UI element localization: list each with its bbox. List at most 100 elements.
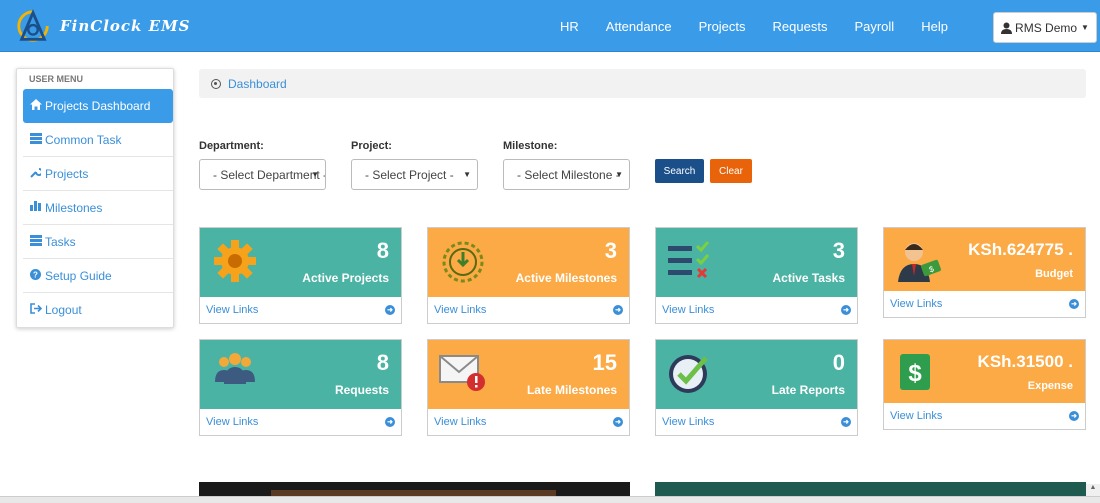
clock-check-icon <box>669 355 708 393</box>
late-milestones-card: 15 Late Milestones View Links ➜ <box>427 339 630 436</box>
businessman-money-icon: $ <box>898 243 941 282</box>
breadcrumb-dashboard-link[interactable]: Dashboard <box>228 77 287 91</box>
card-label: Late Reports <box>771 383 845 397</box>
card-header: $ KSh.624775 . Budget <box>884 228 1085 291</box>
project-select[interactable]: - Select Project - ▼ <box>351 159 478 190</box>
arrow-circle-right-icon[interactable]: ➜ <box>385 305 395 315</box>
sidebar-item-projects-dashboard[interactable]: Projects Dashboard <box>23 89 173 123</box>
sidebar-item-projects[interactable]: Projects <box>23 157 173 191</box>
arrow-circle-right-icon[interactable]: ➜ <box>841 305 851 315</box>
list-icon <box>29 132 42 147</box>
budget-card: $ KSh.624775 . Budget View Links ➜ <box>883 227 1086 318</box>
card-value: 3 <box>604 238 617 263</box>
card-label: Active Projects <box>302 271 389 285</box>
nav-projects[interactable]: Projects <box>699 19 746 34</box>
arrow-circle-right-icon[interactable]: ➜ <box>613 305 623 315</box>
sidebar-item-common-task[interactable]: Common Task <box>23 123 173 157</box>
card-label: Requests <box>334 383 389 397</box>
card-value: 15 <box>592 350 617 375</box>
user-icon <box>1001 22 1013 34</box>
breadcrumb: Dashboard <box>199 69 1086 98</box>
dollar-icon: $ <box>900 354 930 390</box>
sidebar-item-logout[interactable]: Logout <box>23 293 173 327</box>
home-icon <box>29 99 42 113</box>
sidebar-item-setup-guide[interactable]: ? Setup Guide <box>23 259 173 293</box>
card-label: Late Milestones <box>526 383 617 397</box>
view-links[interactable]: View Links <box>662 416 714 428</box>
milestone-label: Milestone: <box>503 140 558 152</box>
caret-down-icon: ▼ <box>1081 23 1089 32</box>
card-footer-link[interactable]: View Links ➜ <box>200 409 401 435</box>
search-button[interactable]: Search <box>655 159 704 183</box>
sidebar-item-milestones[interactable]: Milestones <box>23 191 173 225</box>
timer-icon <box>442 241 484 283</box>
nav-payroll[interactable]: Payroll <box>854 19 894 34</box>
card-header: 3 Active Milestones <box>428 228 629 297</box>
project-select-value: - Select Project - <box>365 167 454 182</box>
card-value: KSh.624775 . <box>968 240 1073 259</box>
card-header: 15 Late Milestones <box>428 340 629 409</box>
view-links[interactable]: View Links <box>434 304 486 316</box>
nav-attendance[interactable]: Attendance <box>606 19 672 34</box>
card-value: KSh.31500 . <box>977 352 1073 371</box>
view-links[interactable]: View Links <box>434 416 486 428</box>
card-label: Active Tasks <box>772 271 846 285</box>
department-select-value: - Select Department - <box>213 167 326 182</box>
view-links[interactable]: View Links <box>206 304 258 316</box>
expense-card: $ KSh.31500 . Expense View Links ➜ <box>883 339 1086 430</box>
user-menu-button[interactable]: RMS Demo ▼ <box>993 12 1097 43</box>
card-header: 0 Late Reports <box>656 340 857 409</box>
project-label: Project: <box>351 140 392 152</box>
main-nav: HR Attendance Projects Requests Payroll … <box>560 0 975 52</box>
milestone-select-value: - Select Milestone - <box>517 167 620 182</box>
wrench-icon <box>29 167 43 181</box>
card-footer-link[interactable]: View Links ➜ <box>428 409 629 435</box>
sidebar-item-tasks[interactable]: Tasks <box>23 225 173 259</box>
card-footer-link[interactable]: View Links ➜ <box>884 291 1085 317</box>
arrow-circle-right-icon[interactable]: ➜ <box>385 417 395 427</box>
milestone-select[interactable]: - Select Milestone - ▼ <box>503 159 630 190</box>
dashboard-icon <box>211 78 221 89</box>
chevron-down-icon: ▼ <box>615 170 623 179</box>
card-footer-link[interactable]: View Links ➜ <box>656 297 857 323</box>
app-name: FinClock EMS <box>60 17 191 35</box>
late-reports-card: 0 Late Reports View Links ➜ <box>655 339 858 436</box>
sidebar-title: USER MENU <box>29 74 84 84</box>
checklist-icon <box>668 241 710 279</box>
card-value: 3 <box>832 238 845 263</box>
clear-button[interactable]: Clear <box>710 159 752 183</box>
card-label: Budget <box>1035 268 1073 280</box>
arrow-circle-right-icon[interactable]: ➜ <box>841 417 851 427</box>
brand[interactable]: FinClock EMS <box>14 6 191 46</box>
horizontal-scrollbar[interactable] <box>0 496 1100 503</box>
card-footer-link[interactable]: View Links ➜ <box>656 409 857 435</box>
card-footer-link[interactable]: View Links ➜ <box>428 297 629 323</box>
card-footer-link[interactable]: View Links ➜ <box>200 297 401 323</box>
department-select[interactable]: - Select Department - ▼ <box>199 159 326 190</box>
nav-help[interactable]: Help <box>921 19 948 34</box>
nav-requests[interactable]: Requests <box>773 19 828 34</box>
sidebar-item-label: Tasks <box>45 234 76 249</box>
sidebar-item-label: Projects Dashboard <box>45 99 151 113</box>
svg-text:$: $ <box>908 360 922 387</box>
logout-icon <box>29 303 42 317</box>
arrow-circle-right-icon[interactable]: ➜ <box>1069 299 1079 309</box>
card-header: $ KSh.31500 . Expense <box>884 340 1085 403</box>
view-links[interactable]: View Links <box>890 410 942 422</box>
scroll-up-arrow[interactable]: ▲ <box>1086 484 1100 496</box>
view-links[interactable]: View Links <box>206 416 258 428</box>
view-links[interactable]: View Links <box>890 298 942 310</box>
card-header: 8 Active Projects <box>200 228 401 297</box>
nav-hr[interactable]: HR <box>560 19 579 34</box>
arrow-circle-right-icon[interactable]: ➜ <box>613 417 623 427</box>
view-links[interactable]: View Links <box>662 304 714 316</box>
tasks-icon <box>29 234 42 249</box>
requests-card: 8 Requests View Links ➜ <box>199 339 402 436</box>
card-header: 3 Active Tasks <box>656 228 857 297</box>
card-footer-link[interactable]: View Links ➜ <box>884 403 1085 429</box>
department-label: Department: <box>199 140 264 152</box>
arrow-circle-right-icon[interactable]: ➜ <box>1069 411 1079 421</box>
sidebar-item-label: Milestones <box>45 200 103 215</box>
user-menu-sidebar: USER MENU Projects Dashboard Common Task… <box>16 68 174 328</box>
people-icon <box>215 353 255 384</box>
